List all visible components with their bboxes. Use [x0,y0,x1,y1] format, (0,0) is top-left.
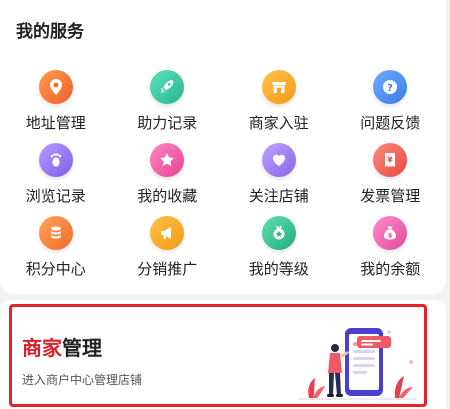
service-followed-stores[interactable]: 关注店铺 [223,137,335,210]
service-label: 问题反馈 [360,114,421,132]
service-address-management[interactable]: 地址管理 [0,64,112,137]
question-icon: ? [373,70,408,104]
services-title: 我的服务 [16,22,84,42]
service-label: 分销推广 [137,260,198,278]
invoice-yen-icon: ¥ [373,143,408,177]
service-my-favorites[interactable]: 我的收藏 [112,137,224,210]
service-points-center[interactable]: 积分中心 [0,210,112,283]
merchant-management-card[interactable]: 商家管理 进入商户中心管理店铺 [9,304,427,407]
my-services-panel: 我的服务 地址管理 助力记录 商家入驻 ? 问题反馈 浏览记录 我的收藏 关注店… [0,0,446,294]
storefront-icon [261,70,296,104]
money-bag-icon: $ [373,216,408,250]
service-label: 我的等级 [248,260,309,278]
service-label: 发票管理 [360,187,421,205]
service-label: 浏览记录 [25,187,86,205]
service-label: 商家入驻 [248,114,309,132]
medal-icon [261,216,296,250]
service-boost-records[interactable]: 助力记录 [112,64,224,137]
svg-text:?: ? [387,83,393,94]
service-my-balance[interactable]: $ 我的余额 [335,210,447,283]
heart-icon [261,143,296,177]
services-grid: 地址管理 助力记录 商家入驻 ? 问题反馈 浏览记录 我的收藏 关注店铺 ¥ 发… [0,64,446,283]
service-label: 我的余额 [360,260,421,278]
merchant-title: 商家管理 [22,332,102,361]
service-label: 地址管理 [25,114,86,132]
merchant-illustration [299,322,417,402]
service-label: 我的收藏 [137,187,198,205]
svg-text:¥: ¥ [388,156,394,165]
service-feedback[interactable]: ? 问题反馈 [335,64,447,137]
star-icon [150,143,185,177]
megaphone-icon [150,216,185,250]
merchant-title-highlight: 商家 [22,336,62,360]
service-label: 关注店铺 [248,187,309,205]
location-pin-icon [38,70,73,104]
service-browse-history[interactable]: 浏览记录 [0,137,112,210]
merchant-title-rest: 管理 [62,336,102,360]
footprint-icon [38,143,73,177]
service-label: 助力记录 [137,114,198,132]
service-invoice-management[interactable]: ¥ 发票管理 [335,137,447,210]
svg-text:$: $ [388,232,393,240]
coins-stack-icon [38,216,73,250]
service-distribution-promotion[interactable]: 分销推广 [112,210,224,283]
service-label: 积分中心 [25,260,86,278]
service-my-level[interactable]: 我的等级 [223,210,335,283]
rocket-icon [150,70,185,104]
merchant-subtitle: 进入商户中心管理店铺 [22,373,143,387]
service-merchant-join[interactable]: 商家入驻 [223,64,335,137]
